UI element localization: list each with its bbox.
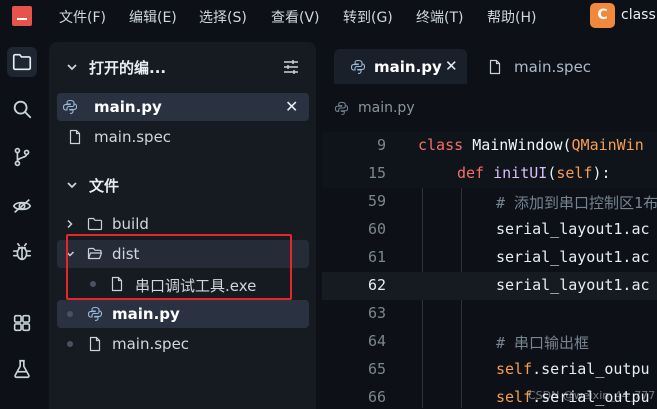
code-line-current: 62 serial_layout1.ac — [322, 272, 657, 300]
chevron-down-icon — [67, 182, 77, 189]
tab-bar: main.py ✕ main.spec — [322, 42, 657, 86]
editor-area: main.py ✕ main.spec main.py 9 class Main… — [322, 42, 657, 409]
search-icon[interactable] — [7, 94, 37, 124]
tab-label: main.py — [374, 58, 442, 76]
folder-header[interactable]: 文件 — [49, 170, 316, 200]
tree-item-label: build — [112, 215, 149, 233]
code-line: 64 # 串口输出框 — [322, 328, 657, 356]
folder-icon — [87, 217, 103, 231]
line-number: 15 — [367, 164, 386, 182]
line-content: # 添加到串口控制区1布 — [496, 194, 657, 212]
testing-icon[interactable] — [7, 354, 37, 384]
indent-dot — [67, 311, 73, 317]
tab-main-spec[interactable]: main.spec — [474, 49, 604, 84]
file-icon — [489, 59, 501, 75]
indent-dot — [67, 341, 73, 347]
annotation-highlight-box — [66, 234, 292, 300]
close-icon[interactable]: ✕ — [445, 57, 458, 75]
python-file-icon — [334, 101, 349, 116]
line-number: 59 — [367, 192, 386, 210]
file-icon — [69, 129, 81, 145]
breadcrumb-file[interactable]: main.py — [358, 100, 415, 116]
line-content: self.serial_outpu — [496, 360, 650, 378]
code-line: 60 serial_layout1.ac — [322, 216, 657, 244]
line-number: 66 — [367, 388, 386, 406]
menu-edit[interactable]: 编辑(E) — [129, 7, 177, 27]
menu-view[interactable]: 查看(V) — [271, 7, 320, 27]
open-editor-label: main.py — [94, 98, 162, 116]
file-icon — [89, 336, 101, 352]
files-icon[interactable] — [7, 47, 37, 77]
line-number: 65 — [367, 360, 386, 378]
open-editor-label: main.spec — [94, 128, 172, 146]
line-content: serial_layout1.ac — [496, 248, 650, 266]
open-editors-title: 打开的编... — [89, 59, 167, 77]
line-number: 62 — [367, 276, 386, 294]
tab-main-py[interactable]: main.py ✕ — [334, 49, 467, 84]
tab-label: main.spec — [514, 58, 592, 76]
watermark: CSDN @weixin_44_777 — [528, 389, 656, 402]
tree-item-main-spec[interactable]: main.spec — [57, 330, 309, 358]
tree-item-main-py[interactable]: main.py — [57, 300, 309, 328]
code-line: 63 — [322, 300, 657, 328]
code-line: 15 def initUI(self): — [322, 160, 657, 188]
sliders-icon[interactable] — [281, 57, 301, 77]
debug-icon[interactable] — [7, 237, 37, 267]
line-content: serial_layout1.ac — [496, 220, 650, 238]
tree-item-label: main.spec — [112, 335, 190, 353]
open-editors-header[interactable]: 打开的编... — [49, 52, 316, 82]
remote-explorer-icon[interactable] — [7, 191, 37, 221]
open-editor-main-py[interactable]: main.py ✕ — [57, 93, 309, 121]
menu-go[interactable]: 转到(G) — [343, 7, 393, 27]
line-content: class MainWindow(QMainWin — [418, 136, 644, 154]
menu-selection[interactable]: 选择(S) — [199, 7, 247, 27]
explorer-sidebar: 打开的编... main.py ✕ main.spec 文件 build dis… — [49, 42, 316, 409]
menu-help[interactable]: 帮助(H) — [487, 7, 536, 27]
line-content: # 串口输出框 — [496, 334, 590, 352]
workspace-badge[interactable]: C — [590, 3, 615, 28]
code-editor[interactable]: 9 class MainWindow(QMainWin 15 def initU… — [322, 130, 657, 409]
menu-file[interactable]: 文件(F) — [59, 7, 106, 27]
line-number: 9 — [376, 136, 386, 154]
line-number: 64 — [367, 332, 386, 350]
source-control-icon[interactable] — [7, 142, 37, 172]
activity-bar — [0, 32, 44, 409]
chevron-down-icon — [67, 64, 77, 71]
open-editor-main-spec[interactable]: main.spec — [57, 123, 309, 151]
tree-item-label: main.py — [112, 305, 180, 323]
code-line: 65 self.serial_outpu — [322, 356, 657, 384]
chevron-right-icon — [67, 219, 73, 229]
code-line: 61 serial_layout1.ac — [322, 244, 657, 272]
python-file-icon — [62, 99, 78, 115]
folder-title: 文件 — [89, 177, 120, 195]
code-line: 9 class MainWindow(QMainWin — [322, 132, 657, 160]
line-number: 63 — [367, 304, 386, 322]
breadcrumb: main.py — [322, 94, 657, 124]
title-bar: 文件(F) 编辑(E) 选择(S) 查看(V) 转到(G) 终端(T) 帮助(H… — [0, 0, 657, 32]
close-icon[interactable]: ✕ — [285, 97, 298, 116]
extensions-icon[interactable] — [7, 308, 37, 338]
line-number: 61 — [367, 248, 386, 266]
code-line: 59 # 添加到串口控制区1布 — [322, 188, 657, 216]
workspace-name[interactable]: class — [621, 7, 656, 23]
line-content: serial_layout1.ac — [496, 276, 650, 294]
menu-terminal[interactable]: 终端(T) — [416, 7, 463, 27]
line-number: 60 — [367, 220, 386, 238]
line-content: def initUI(self): — [457, 164, 611, 182]
app-logo-icon — [12, 6, 32, 26]
python-file-icon — [87, 306, 103, 322]
python-file-icon — [350, 59, 366, 75]
